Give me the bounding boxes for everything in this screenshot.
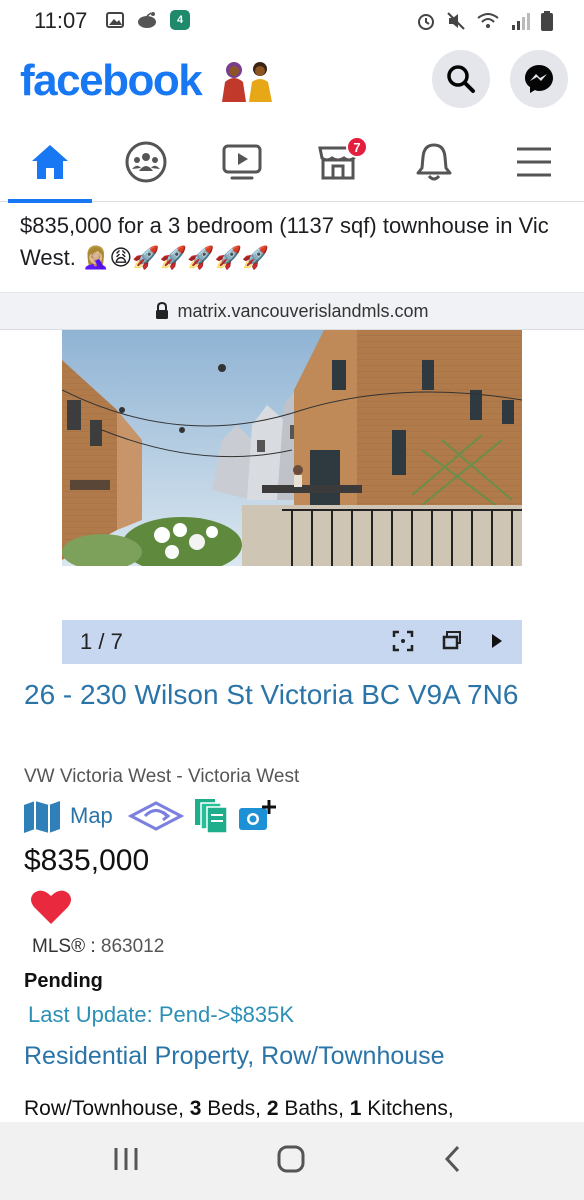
summary-kitchens-label: Kitchens, — [367, 1097, 454, 1120]
favorite-heart-icon[interactable] — [30, 888, 72, 926]
tab-menu[interactable] — [486, 122, 582, 202]
listing-status: Pending — [24, 970, 103, 992]
battery-icon — [541, 11, 553, 31]
map-icon[interactable] — [22, 799, 62, 833]
tab-home[interactable] — [2, 122, 98, 203]
home-icon — [32, 145, 68, 179]
listing-area: VW Victoria West - Victoria West — [24, 766, 300, 787]
bell-icon — [416, 143, 452, 181]
photo-counter: 1 / 7 — [80, 629, 123, 654]
listing-address[interactable]: 26 - 230 Wilson St Victoria BC V9A 7N6 — [24, 672, 574, 718]
summary-beds-label: Beds, — [207, 1097, 261, 1120]
window-icon[interactable] — [442, 630, 462, 652]
map-link[interactable]: Map — [70, 803, 113, 829]
facebook-logo[interactable]: facebook — [20, 56, 203, 106]
search-button[interactable] — [432, 50, 490, 108]
tab-groups[interactable] — [98, 122, 194, 202]
marketplace-badge: 7 — [346, 136, 368, 158]
tab-notifications[interactable] — [386, 122, 482, 202]
link-url: matrix.vancouverislandmls.com — [177, 300, 429, 321]
main-nav: 7 — [0, 122, 584, 203]
groups-icon — [125, 141, 167, 183]
listing-summary: Row/Townhouse, 3 Beds, 2 Baths, 1 Kitche… — [24, 1097, 454, 1121]
summary-type: Row/Townhouse, — [24, 1097, 184, 1120]
reddit-icon — [138, 12, 156, 28]
mls-label: MLS® : — [32, 936, 96, 957]
documents-icon[interactable] — [193, 797, 229, 835]
lock-icon — [156, 302, 169, 319]
tab-watch[interactable] — [194, 122, 290, 202]
summary-kitchens: 1 — [349, 1097, 362, 1120]
signal-icon — [512, 13, 530, 30]
messenger-button[interactable] — [510, 50, 568, 108]
play-icon[interactable] — [490, 630, 504, 652]
summary-baths-label: Baths, — [284, 1097, 344, 1120]
virtual-tour-icon[interactable] — [127, 799, 185, 833]
recents-icon[interactable] — [112, 1144, 140, 1174]
video-icon — [222, 144, 262, 180]
messenger-icon — [525, 65, 553, 93]
hamburger-menu-icon — [517, 147, 551, 177]
alarm-icon — [418, 14, 434, 30]
mute-icon — [447, 12, 465, 30]
gallery-icon — [106, 12, 124, 28]
summary-beds: 3 — [189, 1097, 202, 1120]
post-text: $835,000 for a 3 bedroom (1137 sqf) town… — [20, 213, 549, 270]
search-icon — [447, 65, 475, 93]
status-time: 11:07 — [34, 8, 88, 33]
tab-marketplace[interactable]: 7 — [290, 122, 386, 202]
system-nav-bar — [0, 1122, 584, 1200]
mls-value: 863012 — [100, 936, 165, 957]
listing-price: $835,000 — [24, 844, 150, 877]
status-bar: 11:07 4 — [0, 0, 584, 44]
fullscreen-icon[interactable] — [392, 630, 414, 652]
add-photo-icon[interactable] — [237, 798, 277, 834]
photo-carousel-bar: 1 / 7 — [62, 620, 522, 664]
back-icon[interactable] — [442, 1144, 462, 1174]
listing-photo[interactable] — [62, 330, 522, 566]
app-header: facebook — [0, 44, 584, 122]
wifi-icon — [477, 13, 499, 28]
mls-number: MLS® : 863012 — [32, 936, 164, 958]
app-badge-icon: 4 — [170, 10, 190, 30]
last-update-link[interactable]: Last Update: Pend->$835K — [28, 1002, 294, 1028]
people-emoji-icon — [222, 62, 272, 102]
summary-baths: 2 — [266, 1097, 279, 1120]
listing-actions: Map — [22, 796, 277, 836]
property-type-link[interactable]: Residential Property, Row/Townhouse — [24, 1042, 445, 1071]
link-url-bar[interactable]: matrix.vancouverislandmls.com — [0, 292, 584, 330]
home-button-icon[interactable] — [276, 1144, 306, 1174]
